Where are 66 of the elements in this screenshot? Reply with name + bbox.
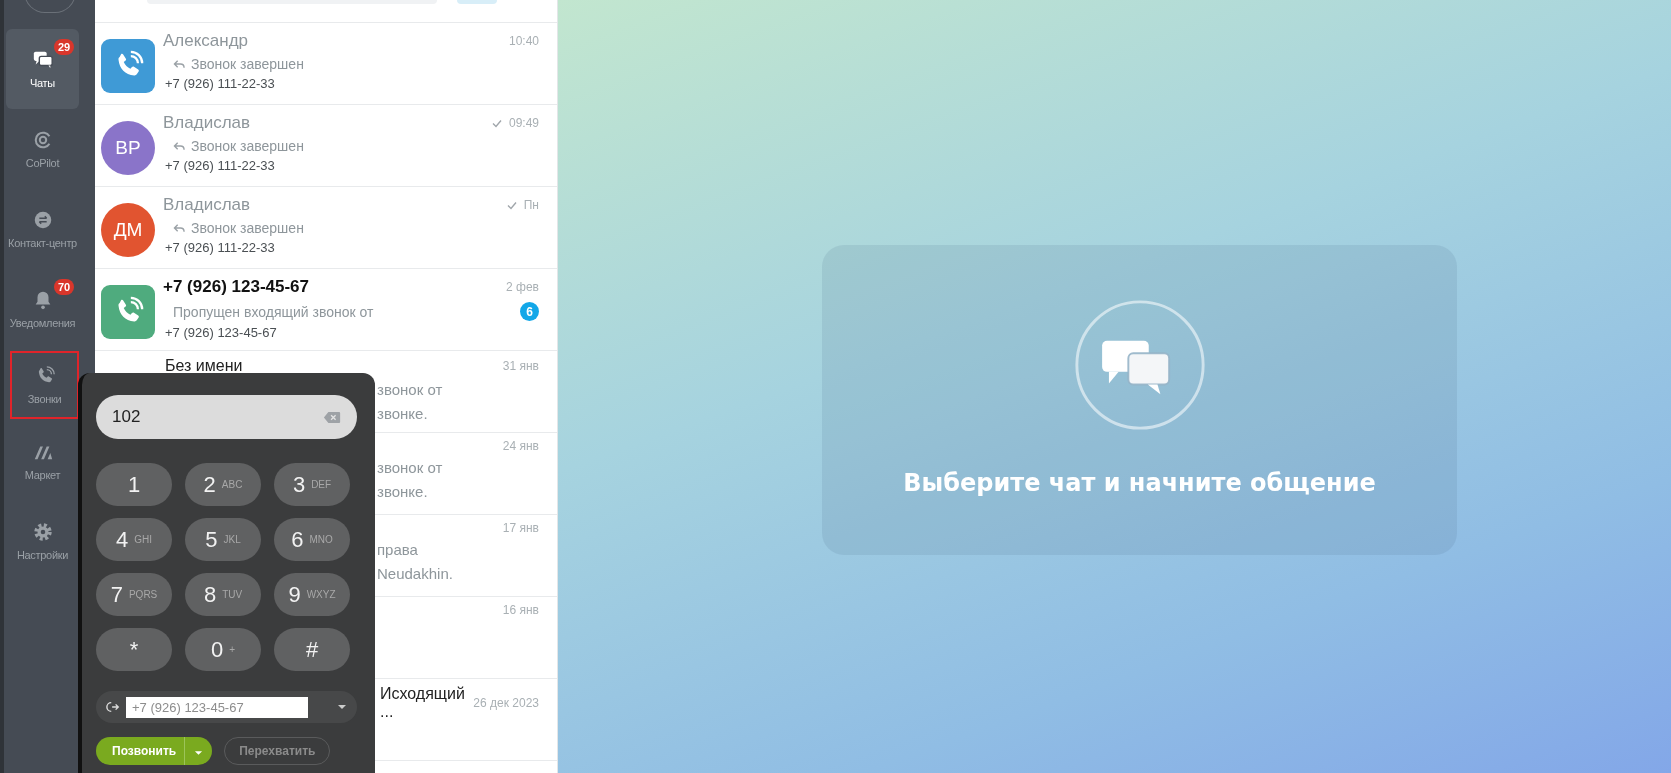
- outgoing-call-icon: [106, 700, 120, 714]
- chat-time: Пн: [523, 198, 539, 212]
- nav-item[interactable]: Настройки: [6, 501, 79, 581]
- initials-avatar: ДМ: [101, 203, 155, 257]
- chat-time: 31 янв: [502, 359, 539, 373]
- chat-item[interactable]: +7 (926) 123-45-67 2 фев Пропущен входящий звонок от 6 +7 (926) 123-45-67: [95, 269, 557, 351]
- call-options-button[interactable]: [184, 737, 213, 765]
- chat-preview: звонке.: [377, 405, 428, 423]
- chat-preview: звонке.: [377, 483, 428, 501]
- caret-icon: [194, 749, 204, 756]
- dial-key[interactable]: 3 DEF: [274, 463, 350, 506]
- dial-key[interactable]: 2 ABC: [185, 463, 261, 506]
- chat-preview: Neudakhin.: [377, 565, 453, 583]
- phone-number: +7 (926) 123-45-67: [164, 325, 278, 340]
- empty-state-message: Выберите чат и начните общение: [903, 469, 1376, 497]
- caret-icon[interactable]: [337, 704, 347, 710]
- chat-preview: Звонок завершен: [191, 138, 304, 154]
- phone-number: +7 (926) 111-22-33: [164, 158, 276, 173]
- phone-number: +7 (926) 111-22-33: [164, 240, 276, 255]
- chat-item[interactable]: ДМ Владислав Пн Звонок завершен +7 (926) 111-22-33: [95, 187, 557, 269]
- dial-key[interactable]: #: [274, 628, 350, 671]
- dial-key[interactable]: 0 +: [185, 628, 261, 671]
- chat-item[interactable]: ВР Владислав 09:49 Звонок завершен +7 (926) 111-22-33: [95, 105, 557, 187]
- number-input[interactable]: 102: [96, 395, 357, 439]
- nav-item[interactable]: CoPilot: [6, 109, 79, 189]
- dial-key[interactable]: 1: [96, 463, 172, 506]
- count-badge: 29: [54, 39, 75, 55]
- chat-time: 24 янв: [502, 439, 539, 453]
- chat-name: Исходящий ...: [380, 685, 466, 721]
- chat-preview: Звонок завершен: [191, 220, 304, 236]
- chat-time: 17 янв: [502, 521, 539, 535]
- chat-time: 10:40: [508, 34, 539, 48]
- chat-item[interactable]: Александр 10:40 Звонок завершен +7 (926) 111-22-33: [95, 23, 557, 105]
- chat-preview: Пропущен входящий звонок от: [173, 303, 374, 320]
- caller-id-field[interactable]: +7 (926) 123-45-67: [126, 696, 308, 718]
- chat-time: 09:49: [508, 116, 539, 130]
- chat-time: 2 фев: [506, 280, 539, 294]
- chat-preview: Звонок завершен: [191, 56, 304, 72]
- dial-key[interactable]: 7 PQRS: [96, 573, 172, 616]
- chat-time: 26 дек 2023: [473, 696, 539, 710]
- chat-name: Александр: [163, 31, 250, 51]
- dial-key[interactable]: 4 GHI: [96, 518, 172, 561]
- chat-time: 16 янв: [502, 603, 539, 617]
- chat-preview: звонок от: [377, 459, 443, 477]
- nav-item[interactable]: 29 Чаты: [6, 29, 79, 109]
- chat-name: Владислав: [163, 113, 252, 133]
- phone-number: +7 (926) 111-22-33: [164, 76, 276, 91]
- chat-name: Без имени: [165, 357, 243, 375]
- dial-key[interactable]: 8 TUV: [185, 573, 261, 616]
- dial-key[interactable]: *: [96, 628, 172, 671]
- backspace-icon[interactable]: [323, 410, 341, 424]
- dial-key[interactable]: 5 JKL: [185, 518, 261, 561]
- dial-key[interactable]: 9 WXYZ: [274, 573, 350, 616]
- chat-preview: права: [377, 541, 418, 559]
- nav-item[interactable]: Контакт-центр: [6, 189, 79, 269]
- nav-item[interactable]: Маркет: [6, 421, 79, 501]
- initials-avatar: ВР: [101, 121, 155, 175]
- count-badge: 70: [54, 279, 75, 295]
- chat-name: Владислав: [163, 195, 252, 215]
- nav-item[interactable]: 70 Уведомления: [6, 269, 79, 349]
- chat-preview: звонок от: [377, 381, 443, 399]
- settings-icon: [31, 521, 54, 543]
- chat-name: +7 (926) 123-45-67: [163, 277, 311, 297]
- nav-item[interactable]: Звонки: [12, 353, 77, 417]
- unread-badge: 6: [520, 302, 539, 321]
- dial-key[interactable]: 6 MNO: [274, 518, 350, 561]
